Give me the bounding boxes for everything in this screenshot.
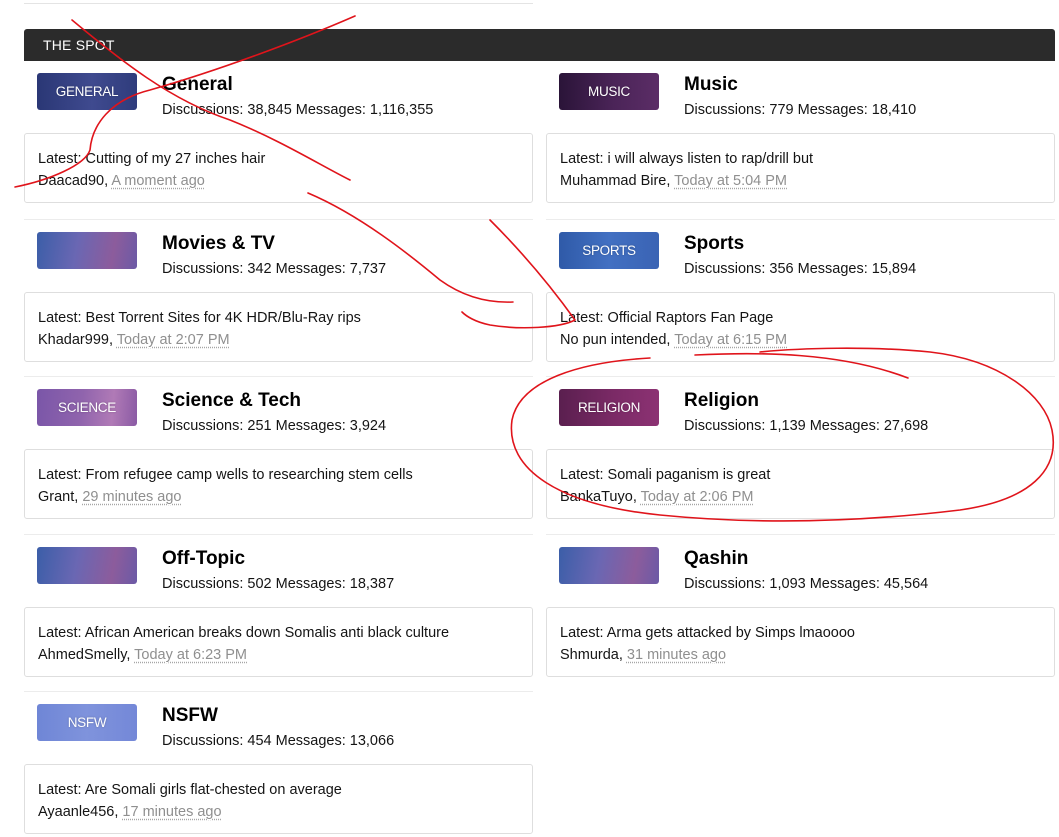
forum-stats: Discussions: 38,845 Messages: 1,116,355: [162, 102, 434, 118]
meta-separator: ,: [632, 489, 641, 505]
latest-post-link[interactable]: Latest: African American breaks down Som…: [38, 622, 532, 644]
latest-post-box: Latest: i will always listen to rap/dril…: [546, 133, 1055, 203]
forum-icon[interactable]: RELIGION: [559, 389, 659, 426]
latest-post-time[interactable]: A moment ago: [111, 173, 205, 189]
latest-post-user[interactable]: AhmedSmelly: [38, 647, 126, 663]
latest-post-time[interactable]: Today at 6:23 PM: [134, 647, 247, 663]
latest-post-meta: BankaTuyo, Today at 2:06 PM: [560, 486, 1054, 508]
forum-title[interactable]: Religion: [684, 390, 759, 412]
forum-stats: Discussions: 779 Messages: 18,410: [684, 102, 917, 118]
forum-icon[interactable]: SCIENCE: [37, 389, 137, 426]
forum-stats: Discussions: 454 Messages: 13,066: [162, 733, 395, 749]
latest-post-meta: Grant, 29 minutes ago: [38, 486, 532, 508]
latest-post-box: Latest: Somali paganism is great BankaTuy…: [546, 449, 1055, 519]
latest-post-meta: AhmedSmelly, Today at 6:23 PM: [38, 644, 532, 666]
forum-page: THE SPOT GENERAL General Discussions: 38,8…: [0, 0, 1059, 837]
latest-post-time[interactable]: Today at 5:04 PM: [674, 173, 787, 189]
forum-node-movies-and-tv: Movies & TV Discussions: 342 Messages: 7,…: [24, 218, 533, 377]
latest-post-meta: Shmurda, 31 minutes ago: [560, 644, 1054, 666]
latest-post-meta: Khadar999, Today at 2:07 PM: [38, 329, 532, 351]
forum-grid: GENERAL General Discussions: 38,845 Messag…: [24, 61, 1055, 837]
forum-icon[interactable]: MUSIC: [559, 73, 659, 110]
meta-separator: ,: [618, 646, 627, 663]
latest-post-link[interactable]: Latest: Cutting of my 27 inches hair: [38, 148, 532, 170]
latest-post-link[interactable]: Latest: Arma gets attacked by Simps lmao…: [560, 622, 1054, 644]
meta-separator: ,: [108, 331, 117, 348]
latest-post-box: Latest: Best Torrent Sites for 4K HDR/Bl…: [24, 291, 533, 362]
latest-post-meta: No pun intended, Today at 6:15 PM: [560, 329, 1054, 351]
latest-post-box: Latest: Cutting of my 27 inches hair Daac…: [24, 133, 533, 203]
meta-separator: ,: [126, 646, 135, 663]
latest-post-link[interactable]: Latest: Are Somali girls flat-chested on…: [38, 779, 532, 801]
forum-icon[interactable]: SPORTS: [559, 231, 659, 269]
latest-post-user[interactable]: Khadar999: [38, 332, 109, 348]
forum-title[interactable]: Sports: [684, 233, 744, 255]
forum-title[interactable]: Science & Tech: [162, 390, 301, 412]
forum-title[interactable]: General: [162, 74, 233, 96]
forum-node-sports: SPORTS Sports Discussions: 356 Messages: 1…: [546, 218, 1055, 377]
forum-icon[interactable]: [37, 231, 137, 269]
forum-stats: Discussions: 1,139 Messages: 27,698: [684, 418, 929, 434]
divider: [24, 3, 533, 4]
latest-post-time[interactable]: Today at 6:15 PM: [674, 332, 787, 348]
forum-node-music: MUSIC Music Discussions: 779 Messages: 18,…: [546, 61, 1055, 219]
forum-icon[interactable]: [559, 546, 659, 584]
forum-title[interactable]: Music: [684, 74, 738, 96]
latest-post-link[interactable]: Latest: Somali paganism is great: [560, 464, 1054, 486]
latest-post-user[interactable]: Shmurda: [560, 647, 619, 663]
latest-post-link[interactable]: Latest: Best Torrent Sites for 4K HDR/Bl…: [38, 307, 532, 329]
forum-title[interactable]: Off-Topic: [162, 548, 245, 570]
forum-icon[interactable]: NSFW: [37, 704, 137, 741]
forum-stats: Discussions: 1,093 Messages: 45,564: [684, 575, 929, 592]
forum-node-general: GENERAL General Discussions: 38,845 Messag…: [24, 61, 533, 219]
forum-stats: Discussions: 356 Messages: 15,894: [684, 260, 917, 277]
forum-title[interactable]: Movies & TV: [162, 233, 275, 255]
latest-post-link[interactable]: Latest: From refugee camp wells to resea…: [38, 464, 532, 486]
section-header-the-spot[interactable]: THE SPOT: [24, 29, 1055, 61]
latest-post-box: Latest: From refugee camp wells to resea…: [24, 449, 533, 519]
forum-node-off-topic: Off-Topic Discussions: 502 Messages: 18,3…: [24, 533, 533, 692]
meta-separator: ,: [666, 173, 675, 189]
forum-node-science-and-tech: SCIENCE Science & Tech Discussions: 251 Me…: [24, 376, 533, 534]
latest-post-user[interactable]: BankaTuyo: [560, 489, 633, 505]
latest-post-user[interactable]: No pun intended: [560, 332, 666, 348]
latest-post-box: Latest: Arma gets attacked by Simps lmao…: [546, 606, 1055, 677]
forum-node-qashin: Qashin Discussions: 1,093 Messages: 45,56…: [546, 533, 1055, 692]
latest-post-user[interactable]: Ayaanle456: [38, 804, 114, 820]
latest-post-meta: Ayaanle456, 17 minutes ago: [38, 801, 532, 823]
forum-title[interactable]: NSFW: [162, 705, 218, 727]
latest-post-time[interactable]: 31 minutes ago: [627, 647, 726, 663]
forum-stats: Discussions: 342 Messages: 7,737: [162, 260, 387, 277]
latest-post-box: Latest: Official Raptors Fan Page No pun …: [546, 291, 1055, 362]
forum-title[interactable]: Qashin: [684, 548, 748, 570]
latest-post-user[interactable]: Muhammad Bire: [560, 173, 666, 189]
latest-post-box: Latest: Are Somali girls flat-chested on…: [24, 764, 533, 834]
forum-node-religion: RELIGION Religion Discussions: 1,139 Messa…: [546, 376, 1055, 534]
forum-node-nsfw: NSFW NSFW Discussions: 454 Messages: 13,06…: [24, 691, 533, 837]
latest-post-time[interactable]: 29 minutes ago: [82, 489, 181, 505]
forum-stats: Discussions: 502 Messages: 18,387: [162, 575, 395, 592]
latest-post-time[interactable]: 17 minutes ago: [122, 804, 221, 820]
forum-icon[interactable]: GENERAL: [37, 73, 137, 110]
latest-post-link[interactable]: Latest: Official Raptors Fan Page: [560, 307, 1054, 329]
latest-post-meta: Muhammad Bire, Today at 5:04 PM: [560, 170, 1054, 192]
forum-stats: Discussions: 251 Messages: 3,924: [162, 418, 387, 434]
latest-post-link[interactable]: Latest: i will always listen to rap/dril…: [560, 148, 1054, 170]
forum-icon[interactable]: [37, 546, 137, 584]
latest-post-time[interactable]: Today at 2:07 PM: [117, 332, 230, 348]
latest-post-box: Latest: African American breaks down Som…: [24, 606, 533, 677]
latest-post-user[interactable]: Daacad90: [38, 173, 104, 189]
latest-post-user[interactable]: Grant: [38, 489, 74, 505]
latest-post-time[interactable]: Today at 2:06 PM: [641, 489, 754, 505]
latest-post-meta: Daacad90, A moment ago: [38, 170, 532, 192]
